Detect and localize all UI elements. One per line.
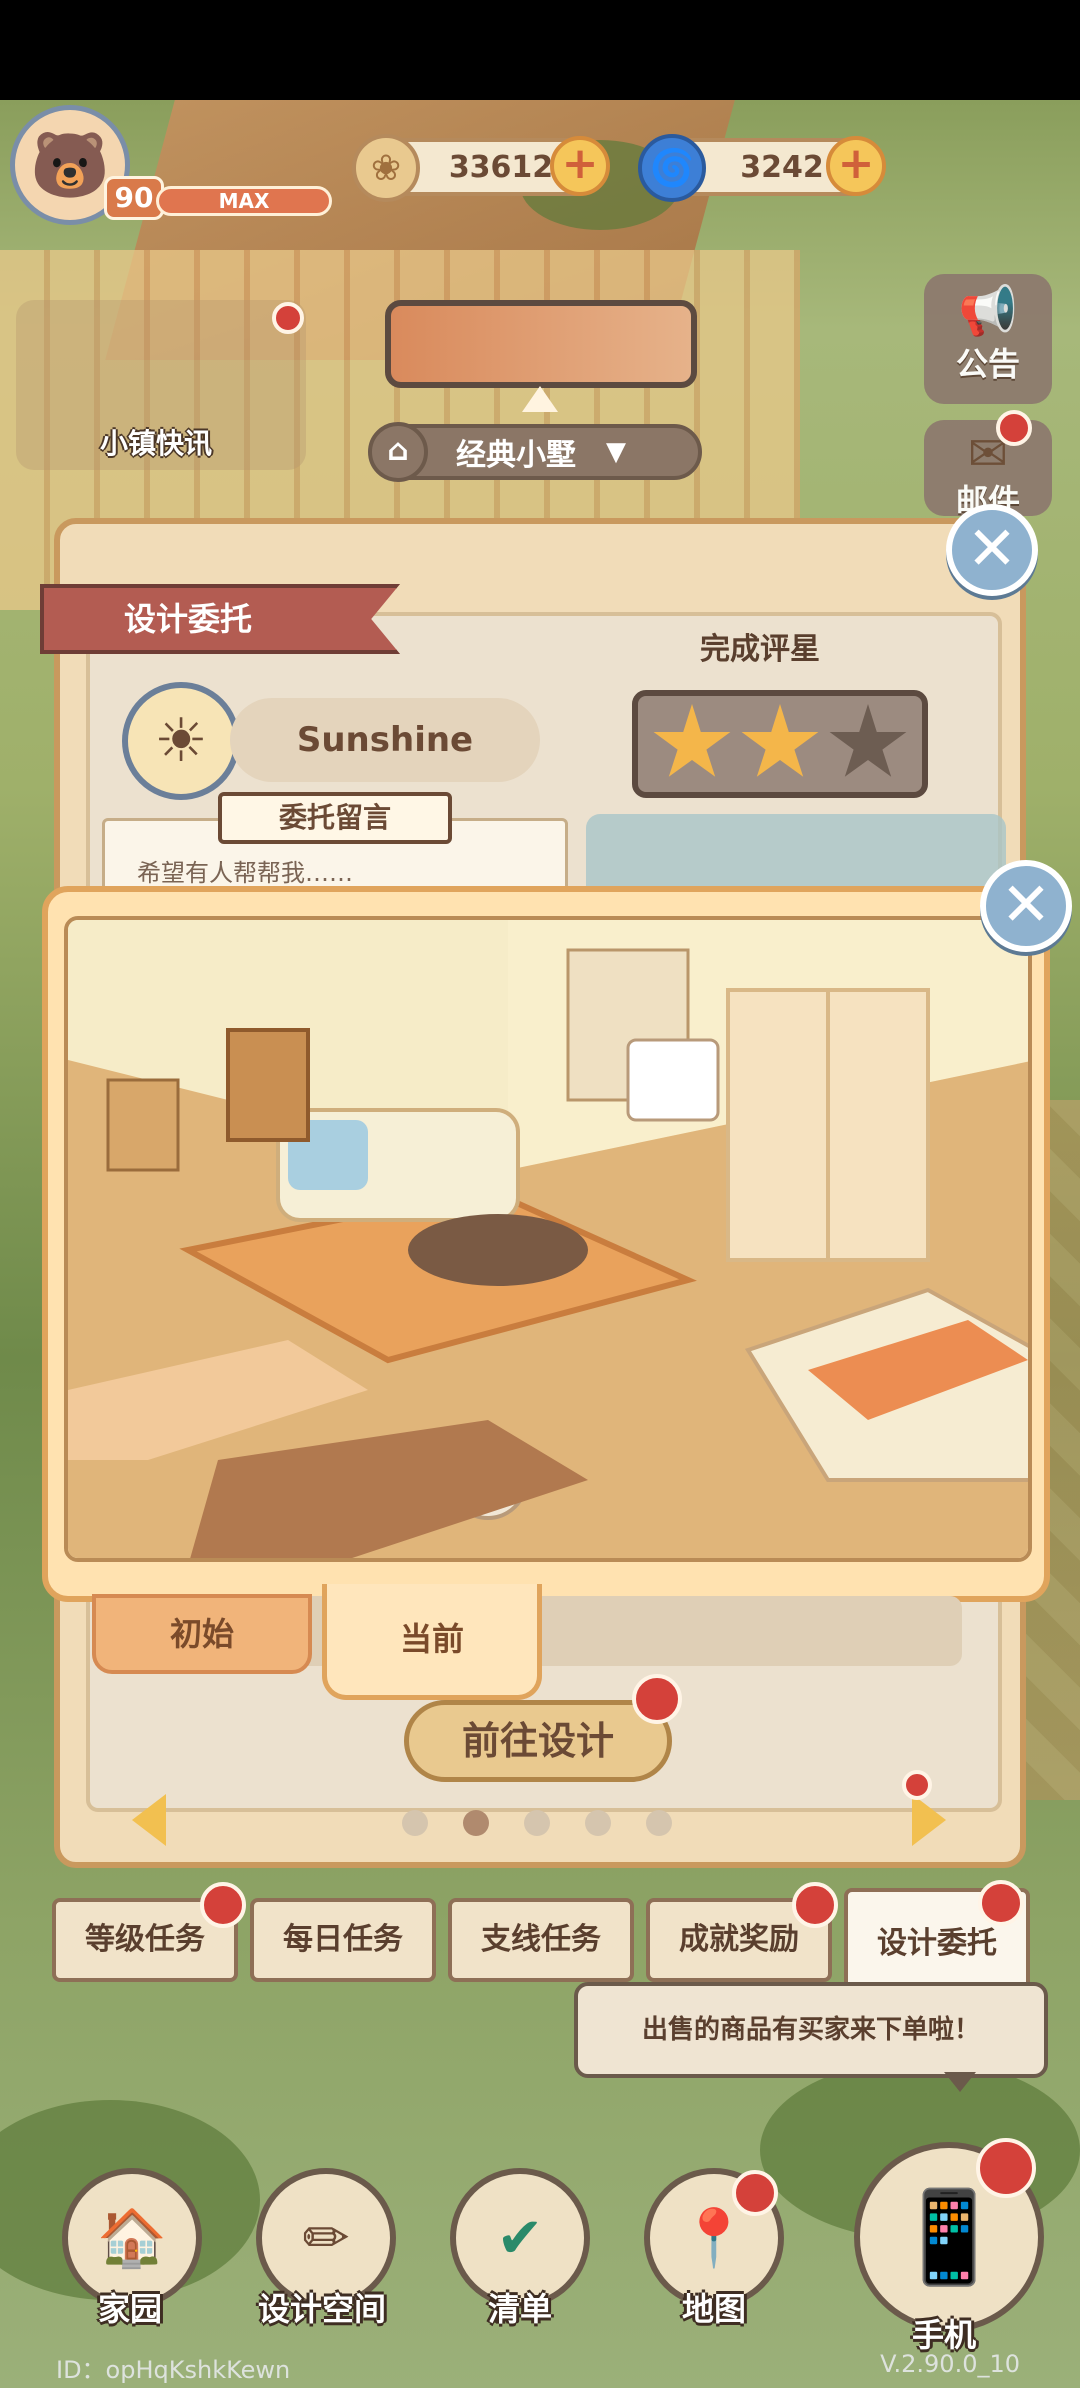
go-design-notification-dot bbox=[632, 1674, 682, 1724]
house-selector-label: 经典小墅 bbox=[456, 438, 576, 473]
nav-home-label: 家园 bbox=[98, 2290, 163, 2328]
triangle-up-icon bbox=[522, 386, 558, 412]
previous-page-arrow-icon[interactable] bbox=[132, 1794, 166, 1846]
gem-counter: 🌀 3242 + bbox=[638, 134, 886, 202]
notice-button[interactable]: 📢 公告 bbox=[924, 274, 1052, 404]
page-dot[interactable] bbox=[585, 1810, 611, 1836]
version-label: V.2.90.0_10 bbox=[880, 2350, 1020, 2378]
megaphone-icon: 📢 bbox=[958, 283, 1018, 339]
level-badge: 90 bbox=[104, 176, 164, 220]
rating-board bbox=[632, 690, 928, 798]
add-coins-button[interactable]: + bbox=[550, 136, 610, 196]
house-selector[interactable]: ⌂ 经典小墅 ▼ bbox=[368, 422, 702, 482]
nav-design-space-label: 设计空间 bbox=[258, 2290, 387, 2328]
room-scene bbox=[64, 916, 1032, 1562]
swirl-gem-icon: 🌀 bbox=[638, 134, 706, 202]
sun-icon: ☀ bbox=[154, 706, 208, 776]
town-news-notification-dot bbox=[272, 302, 304, 334]
star-empty-icon bbox=[829, 704, 907, 777]
town-news-label: 小镇快讯 bbox=[100, 427, 213, 460]
phone-notification-dot bbox=[976, 2138, 1036, 2198]
mail-icon: ✉ bbox=[967, 426, 1009, 482]
bear-face-icon: 🐻 bbox=[30, 128, 110, 203]
house-icon: ⌂ bbox=[368, 422, 428, 482]
design-commission-notification-dot bbox=[978, 1880, 1024, 1926]
page-dot[interactable] bbox=[402, 1810, 428, 1836]
tab-daily-tasks[interactable]: 每日任务 bbox=[250, 1898, 436, 1982]
page-dot-active[interactable] bbox=[463, 1810, 489, 1836]
chevron-down-icon: ▼ bbox=[606, 437, 626, 467]
coin-counter: ❀ 33612 + bbox=[352, 134, 610, 202]
level-tasks-notification-dot bbox=[200, 1882, 246, 1928]
page-dot[interactable] bbox=[646, 1810, 672, 1836]
add-gems-button[interactable]: + bbox=[826, 136, 886, 196]
task-tab-bar: 等级任务 每日任务 支线任务 成就奖励 设计委托 bbox=[52, 1888, 1032, 2000]
sale-notification-tooltip: 出售的商品有买家来下单啦！ bbox=[574, 1982, 1048, 2078]
map-notification-dot bbox=[732, 2170, 778, 2216]
next-page-notification-dot bbox=[902, 1770, 932, 1800]
dialog-title: 设计委托 bbox=[40, 584, 400, 654]
mail-notification-dot bbox=[996, 410, 1032, 446]
close-preview-button[interactable]: ✕ bbox=[980, 860, 1072, 952]
rating-label: 完成评星 bbox=[700, 632, 820, 667]
star-filled-icon bbox=[653, 704, 731, 777]
client-name: Sunshine bbox=[230, 698, 540, 782]
go-design-button[interactable]: 前往设计 bbox=[404, 1700, 672, 1782]
star-filled-icon bbox=[741, 704, 819, 777]
level-bar: MAX bbox=[156, 186, 332, 216]
status-bar bbox=[0, 0, 1080, 100]
achievement-notification-dot bbox=[792, 1882, 838, 1928]
map-pin-icon: 📍 bbox=[679, 2206, 749, 2271]
tab-initial[interactable]: 初始 bbox=[92, 1594, 312, 1674]
tab-side-tasks[interactable]: 支线任务 bbox=[448, 1898, 634, 1982]
page-dot[interactable] bbox=[524, 1810, 550, 1836]
player-id: ID：opHqKshkKewn bbox=[56, 2356, 291, 2384]
coin-icon: ❀ bbox=[352, 134, 420, 202]
tab-current[interactable]: 当前 bbox=[322, 1584, 542, 1700]
mail-button[interactable]: ✉ 邮件 bbox=[924, 420, 1052, 520]
checklist-icon: ✔ bbox=[496, 2205, 544, 2271]
phone-icon: 📱 bbox=[892, 2184, 1006, 2290]
close-dialog-button[interactable]: ✕ bbox=[946, 504, 1038, 596]
weather-display[interactable] bbox=[385, 300, 697, 388]
nav-checklist-label: 清单 bbox=[488, 2290, 553, 2328]
next-page-arrow-icon[interactable] bbox=[912, 1794, 946, 1846]
design-space-icon: ✏ bbox=[302, 2205, 350, 2271]
room-illustration bbox=[68, 920, 1028, 1558]
notice-label: 公告 bbox=[955, 345, 1020, 383]
home-icon: 🏠 bbox=[97, 2206, 167, 2271]
page-indicator bbox=[402, 1810, 672, 1836]
message-text: 希望有人帮帮我…… bbox=[137, 859, 353, 887]
nav-map-label: 地图 bbox=[682, 2290, 747, 2328]
tooltip-tail bbox=[944, 2072, 976, 2092]
client-avatar: ☀ bbox=[122, 682, 240, 800]
message-label: 委托留言 bbox=[218, 792, 452, 844]
